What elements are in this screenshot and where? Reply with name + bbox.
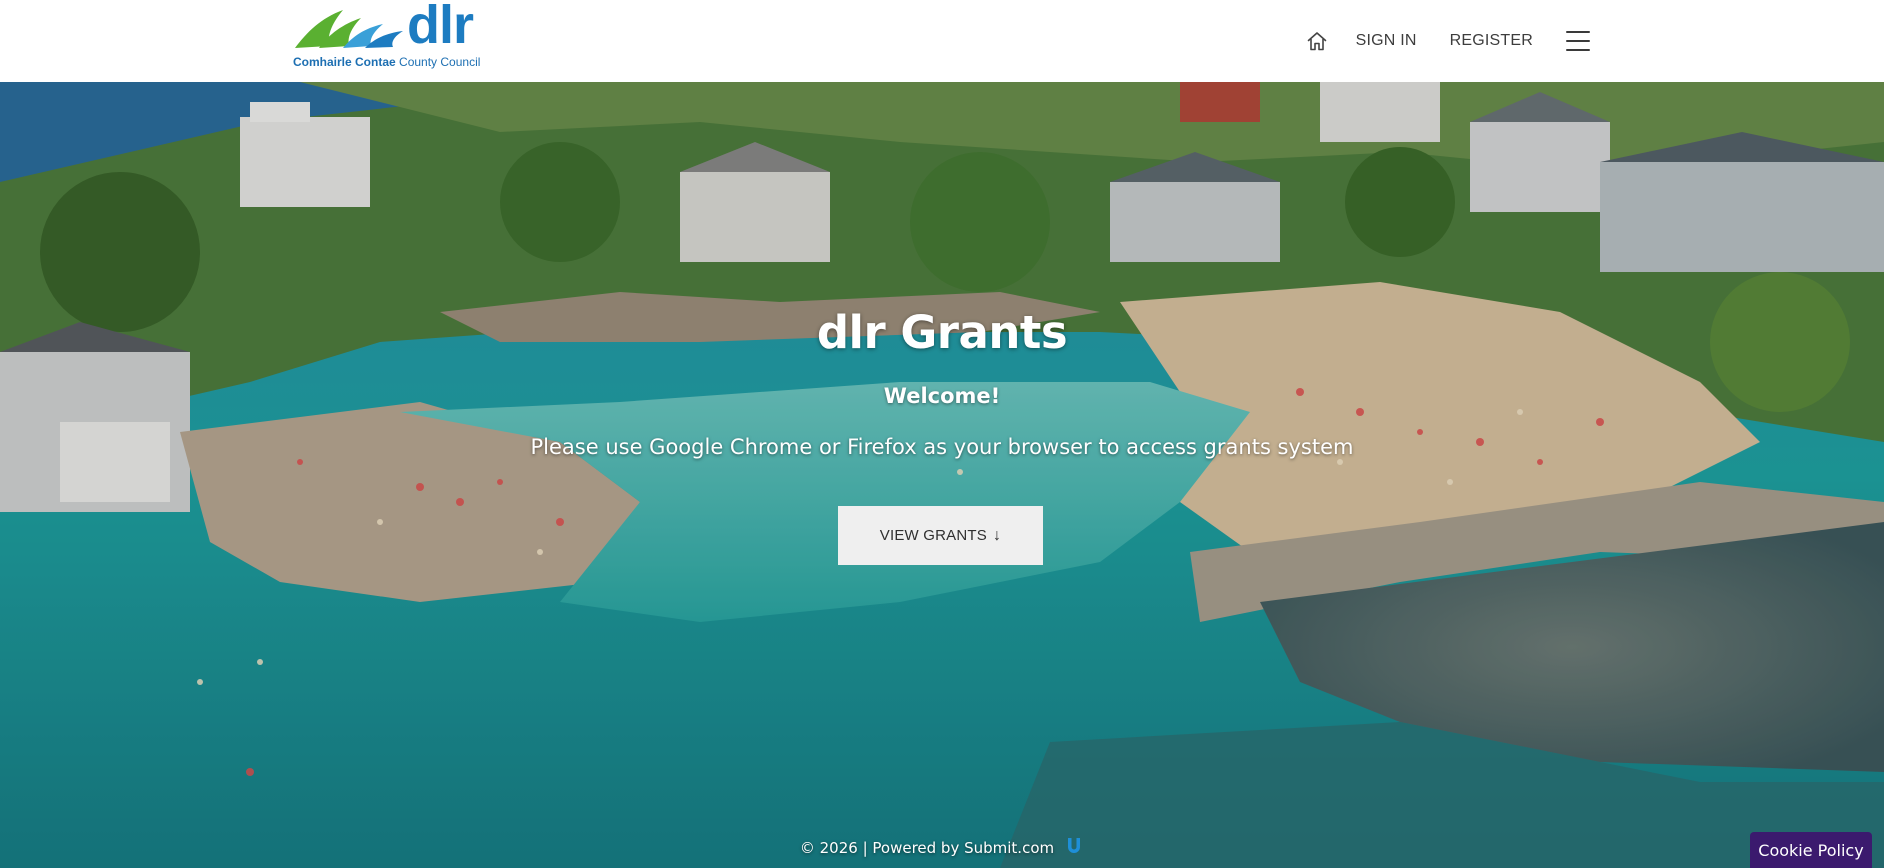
hero-overlay	[0, 82, 1884, 868]
submit-logo-icon	[1064, 836, 1084, 860]
register-link[interactable]: REGISTER	[1450, 32, 1533, 50]
cookie-policy-button[interactable]: Cookie Policy	[1750, 832, 1872, 868]
hero-section: dlr Grants Welcome! Please use Google Ch…	[0, 82, 1884, 868]
home-button[interactable]	[1304, 28, 1330, 54]
page-title: dlr Grants	[816, 306, 1068, 359]
footer-credit: © 2026 | Powered by Submit.com	[0, 836, 1884, 860]
logo-wordmark: dlr	[407, 0, 474, 55]
browser-notice: Please use Google Chrome or Firefox as y…	[530, 435, 1354, 459]
dlr-wave-logo-icon	[295, 10, 403, 48]
site-header: dlr Comhairle Contae County Council SIGN…	[0, 0, 1884, 82]
logo-subtitle-irish: Comhairle Contae	[293, 55, 396, 69]
dlr-logo[interactable]: dlr Comhairle Contae County Council	[293, 0, 483, 72]
footer-credit-text[interactable]: © 2026 | Powered by Submit.com	[800, 839, 1054, 857]
page: dlr Comhairle Contae County Council SIGN…	[0, 0, 1884, 868]
welcome-heading: Welcome!	[883, 384, 1001, 408]
top-nav: SIGN IN REGISTER	[1304, 0, 1590, 82]
hamburger-menu-icon[interactable]	[1566, 31, 1590, 51]
view-grants-label: VIEW GRANTS	[879, 527, 987, 544]
logo-subtitle-english: County Council	[399, 55, 481, 69]
sign-in-link[interactable]: SIGN IN	[1356, 32, 1417, 50]
logo-subtitle: Comhairle Contae County Council	[293, 55, 480, 69]
view-grants-button[interactable]: VIEW GRANTS ↓	[838, 506, 1043, 565]
arrow-down-icon: ↓	[993, 526, 1002, 544]
home-icon	[1307, 32, 1326, 51]
